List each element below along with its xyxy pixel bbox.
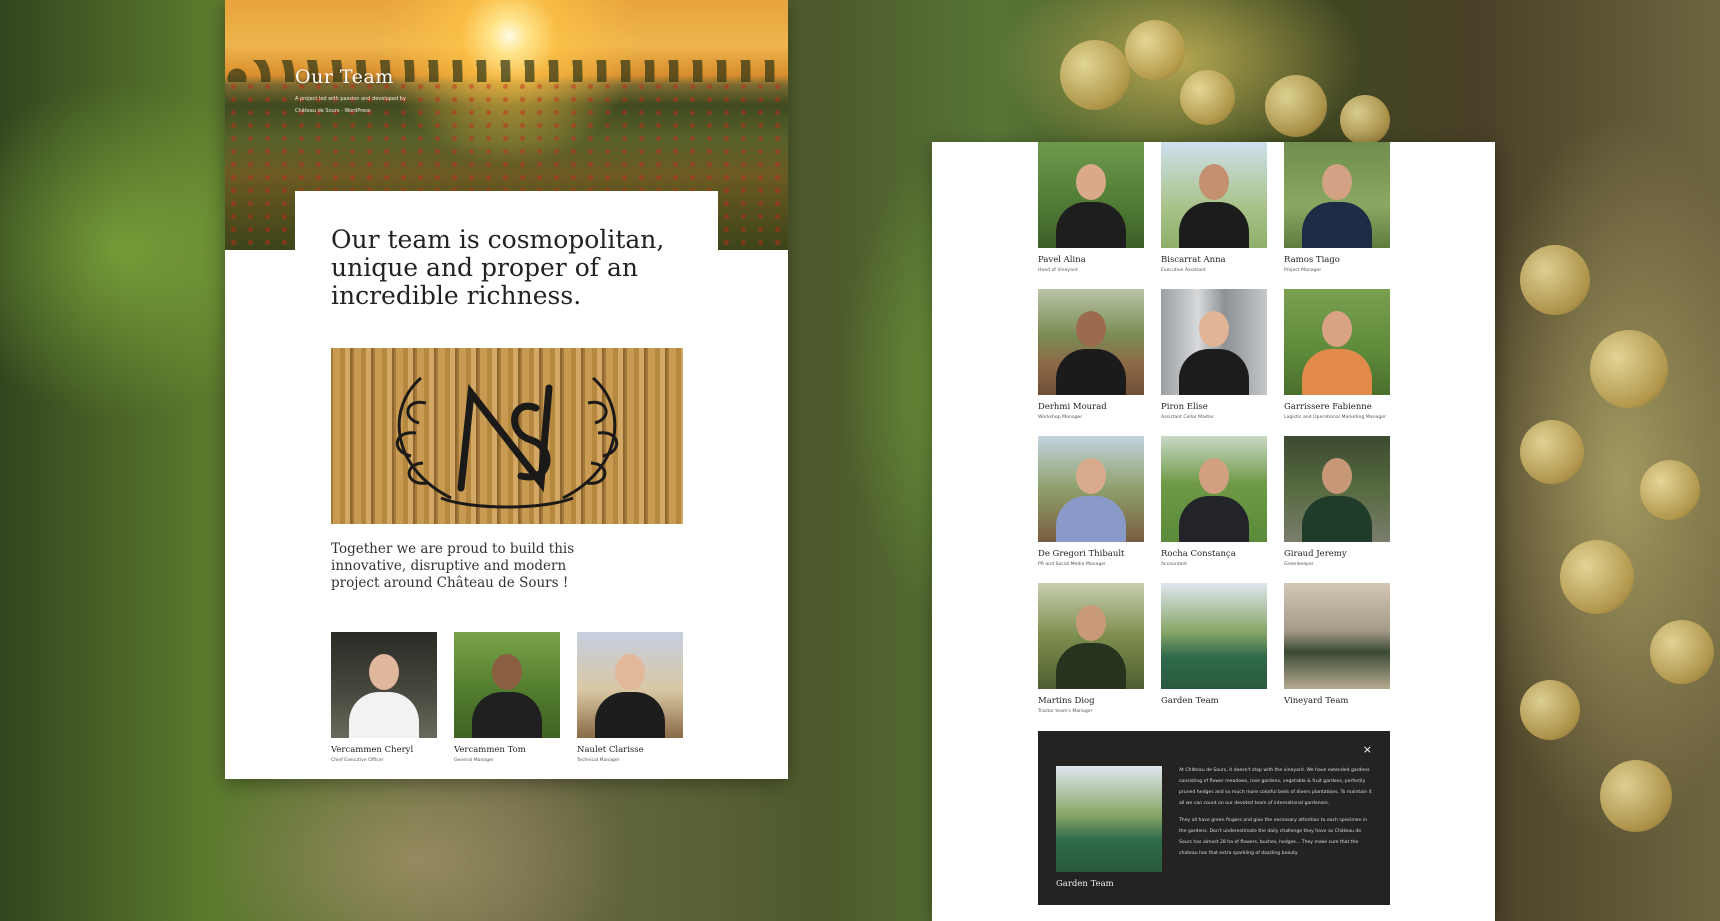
team-member-role: General Manager (454, 758, 494, 763)
team-member-photo (1038, 289, 1144, 395)
team-member-card[interactable]: Biscarrat Anna Executive Assistant (1161, 142, 1267, 273)
team-member-photo (1161, 436, 1267, 542)
team-member-card[interactable]: Rocha Constança Accountant (1161, 436, 1267, 567)
team-member-card[interactable]: De Gregori Thibault PR and Social Media … (1038, 436, 1144, 567)
team-page-top: Our Team A project led with passion and … (225, 0, 788, 779)
modal-team-photo (1056, 766, 1162, 872)
team-member-card[interactable]: Naulet Clarisse Technical Manager (577, 632, 683, 763)
modal-description: At Château de Sours, it doesn't stop wit… (1179, 765, 1374, 865)
team-member-name: Martins Diog (1038, 696, 1095, 706)
team-member-name: Vercammen Cheryl (331, 745, 414, 755)
team-member-role: Assistant Cellar Master (1161, 415, 1214, 420)
team-member-card[interactable]: Garrissere Fabienne Logistic and Operati… (1284, 289, 1390, 420)
team-member-role: Project Manager (1284, 268, 1322, 273)
page-tagline: Together we are proud to build this inno… (331, 541, 575, 591)
team-member-name: Garrissere Fabienne (1284, 402, 1372, 412)
hero-title: Our Team (295, 66, 394, 88)
team-member-role: PR and Social Media Manager (1038, 562, 1106, 567)
team-member-name: Garden Team (1161, 696, 1219, 706)
team-member-card[interactable]: Piron Elise Assistant Cellar Master (1161, 289, 1267, 420)
team-member-name: Naulet Clarisse (577, 745, 644, 755)
team-member-name: Vercammen Tom (454, 745, 526, 755)
team-member-role: Workshop Manager (1038, 415, 1083, 420)
modal-paragraph: They all have green fingers and give the… (1179, 818, 1368, 856)
hero-subtitle: A project led with passion and developed… (295, 96, 406, 102)
team-member-name: Rocha Constança (1161, 549, 1236, 559)
team-member-photo (1284, 583, 1390, 689)
team-member-photo (331, 632, 437, 738)
team-member-role: Greenkeeper (1284, 562, 1314, 567)
team-member-role: Tractor team's Manager (1038, 709, 1093, 714)
team-detail-modal: × Garden Team At Château de Sours, it do… (1038, 731, 1390, 905)
modal-paragraph: At Château de Sours, it doesn't stop wit… (1179, 768, 1372, 806)
modal-team-name: Garden Team (1056, 879, 1114, 889)
team-member-name: Giraud Jeremy (1284, 549, 1347, 559)
team-member-card[interactable]: Pavel Alina Head of Vineyard (1038, 142, 1144, 273)
team-member-card[interactable]: Martins Diog Tractor team's Manager (1038, 583, 1144, 714)
team-member-photo (1161, 289, 1267, 395)
team-member-photo (577, 632, 683, 738)
page-headline: Our team is cosmopolitan, unique and pro… (331, 225, 665, 310)
close-icon[interactable]: × (1363, 743, 1372, 756)
team-member-photo (1038, 583, 1144, 689)
team-member-name: Derhmi Mourad (1038, 402, 1107, 412)
team-member-name: Pavel Alina (1038, 255, 1086, 265)
team-member-card[interactable]: Ramos Tiago Project Manager (1284, 142, 1390, 273)
team-member-card[interactable]: Garden Team (1161, 583, 1267, 706)
team-member-name: Piron Elise (1161, 402, 1208, 412)
team-member-photo (1038, 436, 1144, 542)
team-member-photo (1038, 142, 1144, 248)
team-member-name: Vineyard Team (1284, 696, 1349, 706)
team-member-photo (454, 632, 560, 738)
team-member-card[interactable]: Vercammen Tom General Manager (454, 632, 560, 763)
team-member-card[interactable]: Giraud Jeremy Greenkeeper (1284, 436, 1390, 567)
team-member-name: Biscarrat Anna (1161, 255, 1226, 265)
team-page-grid: Pavel Alina Head of Vineyard Biscarrat A… (932, 142, 1495, 921)
team-member-name: Ramos Tiago (1284, 255, 1340, 265)
team-member-card[interactable]: Derhmi Mourad Workshop Manager (1038, 289, 1144, 420)
team-member-role: Head of Vineyard (1038, 268, 1078, 273)
team-member-role: Accountant (1161, 562, 1188, 567)
team-member-role: Logistic and Operational Marketing Manag… (1284, 415, 1386, 420)
team-member-photo (1161, 583, 1267, 689)
team-member-role: Technical Manager (577, 758, 620, 763)
team-member-photo (1284, 436, 1390, 542)
team-member-card[interactable]: Vineyard Team (1284, 583, 1390, 706)
team-member-photo (1284, 289, 1390, 395)
hero-credit: Château de Sours - WordPress (295, 108, 371, 114)
team-member-photo (1161, 142, 1267, 248)
team-member-name: De Gregori Thibault (1038, 549, 1125, 559)
team-member-card[interactable]: Vercammen Cheryl Chief Executive Officer (331, 632, 437, 763)
team-member-role: Executive Assistant (1161, 268, 1206, 273)
team-member-role: Chief Executive Officer (331, 758, 384, 763)
team-member-photo (1284, 142, 1390, 248)
sours-monogram-logo (331, 348, 683, 524)
